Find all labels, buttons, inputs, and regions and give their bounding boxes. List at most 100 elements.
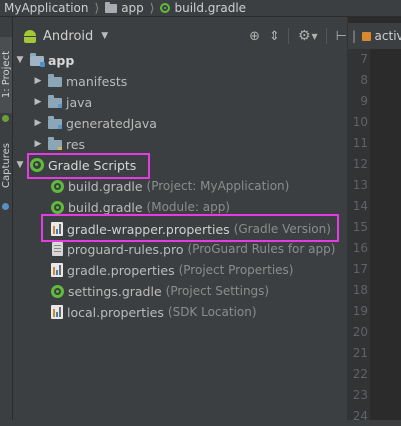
navigation-breadcrumb: MyApplication ⟩ app ⟩ build.gradle (0, 0, 401, 17)
tool-window-strip: 1: Project Captures (0, 17, 13, 420)
gradle-icon (30, 158, 44, 172)
tree-node-label: generatedJava (66, 115, 157, 131)
line-number: 10 (352, 115, 368, 129)
line-number: 23 (352, 388, 368, 402)
tree-node-note: (Module: app) (146, 200, 230, 214)
tree-node-note: (SDK Location) (167, 305, 257, 319)
line-number: 24 (352, 409, 368, 423)
breadcrumb-file[interactable]: build.gradle (154, 1, 246, 15)
gradle-icon (160, 3, 171, 13)
properties-file-icon (51, 263, 63, 277)
properties-file-icon (51, 305, 63, 319)
generated-source-folder-icon (48, 116, 62, 129)
properties-file-icon (51, 222, 63, 236)
activity-file-icon (362, 31, 371, 41)
panel-toolbar-actions: ⊕ ⇕ ⚙ ▼ ⊢ (240, 23, 347, 49)
view-mode-label: Android (43, 28, 94, 44)
editor-area: | activ 7 8 9 10 11 12 13 14 15 16 17 18… (347, 17, 401, 423)
folder-icon (48, 74, 62, 87)
folder-icon (105, 1, 118, 13)
tree-node-label: gradle.properties (67, 262, 175, 278)
line-number: 15 (352, 220, 368, 234)
android-dot-icon (2, 115, 9, 122)
gradle-icon (51, 200, 64, 214)
tree-node-generated-java[interactable]: ▶ generatedJava (13, 113, 347, 133)
line-number: 21 (352, 346, 368, 360)
breadcrumb-module-label: app (121, 1, 144, 15)
source-folder-icon (48, 95, 62, 108)
collapse-all-icon[interactable]: ⇕ (269, 29, 280, 44)
tree-node-gradle-scripts[interactable]: ▼ Gradle Scripts (13, 155, 347, 175)
toolbar-divider (325, 28, 327, 44)
breadcrumb-project[interactable]: MyApplication (0, 1, 89, 15)
tree-node-build-gradle-module[interactable]: build.gradle (Module: app) (13, 197, 347, 217)
hide-panel-icon[interactable]: ⊢ (336, 29, 347, 44)
project-panel-toolbar: Android ▼ ⊕ ⇕ ⚙ ▼ ⊢ (13, 23, 347, 49)
line-number-gutter: 7 8 9 10 11 12 13 14 15 16 17 18 19 20 2… (348, 49, 370, 423)
gradle-icon (51, 284, 64, 298)
tree-node-settings-gradle[interactable]: settings.gradle (Project Settings) (13, 281, 347, 301)
project-panel: Android ▼ ⊕ ⇕ ⚙ ▼ ⊢ ▼ app ▶ manifests ▶ … (13, 17, 347, 420)
editor-tab-label[interactable]: activ (375, 29, 401, 43)
collapse-arrow-icon[interactable]: ▶ (33, 139, 43, 149)
tree-node-label: gradle-wrapper.properties (67, 221, 230, 237)
tree-node-label: Gradle Scripts (48, 157, 137, 173)
tree-node-gradle-properties[interactable]: gradle.properties (Project Properties) (13, 260, 347, 280)
tree-node-label: local.properties (67, 304, 164, 320)
tab-divider-icon: | (352, 29, 357, 43)
collapse-arrow-icon[interactable]: ▶ (33, 76, 43, 86)
tree-node-gradle-wrapper-properties[interactable]: gradle-wrapper.properties (Gradle Versio… (13, 219, 347, 239)
tree-node-label: res (66, 136, 86, 152)
project-tool-tab[interactable]: 1: Project (0, 37, 12, 113)
chevron-down-icon[interactable]: ▼ (312, 32, 318, 41)
tree-node-note: (Project Settings) (165, 284, 270, 298)
project-tool-tab-label: 1: Project (0, 51, 12, 99)
line-number: 22 (352, 367, 368, 381)
tree-node-note: (ProGuard Rules for app) (187, 242, 336, 256)
tree-node-java[interactable]: ▶ java (13, 92, 347, 112)
line-number: 14 (352, 199, 368, 213)
tree-node-note: (Project: MyApplication) (146, 179, 290, 193)
tree-node-note: (Gradle Version) (233, 222, 331, 236)
tree-node-manifests[interactable]: ▶ manifests (13, 71, 347, 91)
tree-node-label: java (66, 94, 93, 110)
tree-node-local-properties[interactable]: local.properties (SDK Location) (13, 302, 347, 322)
line-number: 18 (352, 283, 368, 297)
line-number: 7 (360, 52, 368, 66)
tree-node-proguard-rules[interactable]: proguard-rules.pro (ProGuard Rules for a… (13, 239, 347, 259)
breadcrumb-project-label: MyApplication (4, 1, 89, 15)
tree-node-label: build.gradle (68, 178, 143, 194)
line-number: 13 (352, 178, 368, 192)
tree-node-label: app (48, 52, 75, 68)
tree-node-label: proguard-rules.pro (67, 241, 184, 257)
android-icon (23, 29, 37, 43)
resource-folder-icon (48, 137, 62, 150)
gear-icon[interactable]: ⚙ (298, 28, 311, 44)
line-number: 19 (352, 304, 368, 318)
captures-icon (2, 203, 9, 210)
captures-tool-tab-label: Captures (0, 142, 12, 188)
line-number: 17 (352, 262, 368, 276)
target-icon[interactable]: ⊕ (249, 29, 260, 44)
module-folder-icon (30, 53, 45, 67)
tree-node-app[interactable]: ▼ app (13, 50, 347, 70)
collapse-arrow-icon[interactable]: ▶ (33, 97, 43, 107)
captures-tool-tab[interactable]: Captures (0, 129, 12, 201)
line-number: 12 (352, 157, 368, 171)
expand-arrow-icon[interactable]: ▼ (15, 160, 25, 170)
text-file-icon (52, 242, 63, 256)
line-number: 20 (352, 325, 368, 339)
line-number: 8 (360, 73, 368, 87)
breadcrumb-module[interactable]: app (99, 1, 144, 15)
editor-tab-bar: | activ (348, 23, 401, 49)
view-mode-dropdown[interactable]: Android ▼ (43, 29, 108, 44)
expand-arrow-icon[interactable]: ▼ (15, 55, 25, 65)
tree-node-label: settings.gradle (68, 283, 162, 299)
tree-node-build-gradle-project[interactable]: build.gradle (Project: MyApplication) (13, 176, 347, 196)
gradle-icon (51, 179, 64, 193)
tree-node-res[interactable]: ▶ res (13, 134, 347, 154)
collapse-arrow-icon[interactable]: ▶ (33, 118, 43, 128)
toolbar-divider (287, 28, 289, 44)
line-number: 16 (352, 241, 368, 255)
breadcrumb-file-label: build.gradle (174, 1, 247, 15)
